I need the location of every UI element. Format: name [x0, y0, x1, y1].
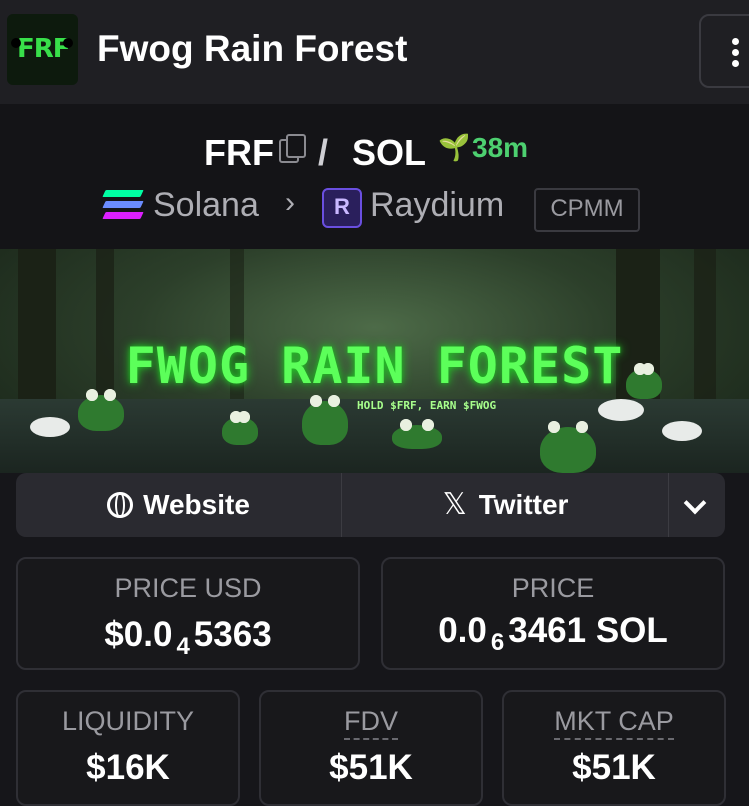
fdv-value: $51K [329, 748, 413, 787]
price-usd-value: $0.0 4 5363 [18, 615, 358, 661]
kebab-vertical-icon [732, 38, 739, 45]
lily-flower [598, 399, 644, 421]
price-native-value: 0.0 6 3461 SOL [383, 611, 723, 657]
logo-eye-left [11, 38, 21, 48]
fdv-label-wrap: FDV [261, 706, 481, 740]
mkt-cap-value: $51K [572, 748, 656, 787]
token-banner-image: FWOG RAIN FOREST HOLD $FRF, EARN $FWOG [0, 249, 749, 473]
raydium-icon: R [322, 188, 362, 228]
price-native-prefix: 0.0 [438, 611, 487, 650]
more-menu-button[interactable] [699, 14, 749, 88]
fdv-card[interactable]: FDV $51K [259, 690, 483, 806]
kebab-dot [732, 49, 739, 56]
pair-separator: / [318, 132, 329, 173]
dex-name[interactable]: Raydium [370, 186, 504, 225]
token-logo: FRF [7, 14, 78, 85]
globe-icon [107, 492, 134, 518]
x-logo-icon: 𝕏 [442, 488, 467, 521]
pair-info: FRF / SOL 38m 🌱 Solana › R Raydium CPMM [0, 104, 749, 249]
price-usd-card: PRICE USD $0.0 4 5363 [16, 557, 360, 670]
liquidity-value: $16K [86, 748, 170, 787]
mkt-cap-label-wrap: MKT CAP [504, 706, 724, 740]
price-native-zero-count: 6 [490, 629, 505, 656]
liquidity-card: LIQUIDITY $16K [16, 690, 240, 806]
solana-icon [102, 190, 144, 220]
price-native-digits: 3461 SOL [508, 611, 668, 650]
twitter-link-button[interactable]: 𝕏 Twitter [341, 473, 669, 537]
price-native-card: PRICE 0.0 6 3461 SOL [381, 557, 725, 670]
token-title: Fwog Rain Forest [97, 28, 408, 69]
token-header: FRF Fwog Rain Forest [0, 0, 749, 105]
chevron-right-icon: › [285, 186, 295, 219]
pool-type-badge: CPMM [534, 188, 640, 232]
frog-figure [540, 421, 596, 473]
banner-subtitle: HOLD $FRF, EARN $FWOG [357, 399, 497, 412]
twitter-label: Twitter [478, 489, 569, 520]
frog-figure [222, 411, 258, 445]
fdv-label: FDV [344, 706, 398, 740]
lily-flower [662, 421, 702, 441]
chain-name[interactable]: Solana [153, 186, 259, 225]
mkt-cap-label: MKT CAP [554, 706, 674, 740]
lily-flower [30, 417, 70, 437]
website-link-button[interactable]: Website [16, 473, 341, 537]
more-links-button[interactable] [668, 473, 726, 537]
price-usd-label: PRICE USD [114, 573, 262, 603]
price-usd-digits: 5363 [193, 615, 272, 654]
copy-icon-front[interactable] [286, 134, 306, 158]
base-token-symbol: FRF [204, 132, 274, 173]
pair-age: 38m [472, 132, 529, 163]
banner-title: FWOG RAIN FOREST [125, 337, 624, 395]
chevron-down-icon [683, 491, 707, 515]
social-links-bar: Website 𝕏 Twitter [16, 473, 725, 537]
quote-token-symbol: SOL [352, 132, 427, 173]
price-usd-prefix: $0.0 [104, 615, 173, 654]
price-usd-zero-count: 4 [176, 633, 190, 660]
mkt-cap-card[interactable]: MKT CAP $51K [502, 690, 726, 806]
liquidity-label: LIQUIDITY [61, 706, 195, 736]
frog-figure [78, 389, 124, 431]
logo-eye-right [63, 38, 73, 48]
frog-figure [392, 419, 442, 449]
website-label: Website [143, 489, 250, 520]
price-native-label: PRICE [511, 573, 595, 603]
sprout-icon: 🌱 [438, 132, 471, 162]
token-logo-text: FRF [17, 34, 71, 64]
frog-figure [302, 395, 348, 445]
kebab-dot [732, 60, 739, 67]
